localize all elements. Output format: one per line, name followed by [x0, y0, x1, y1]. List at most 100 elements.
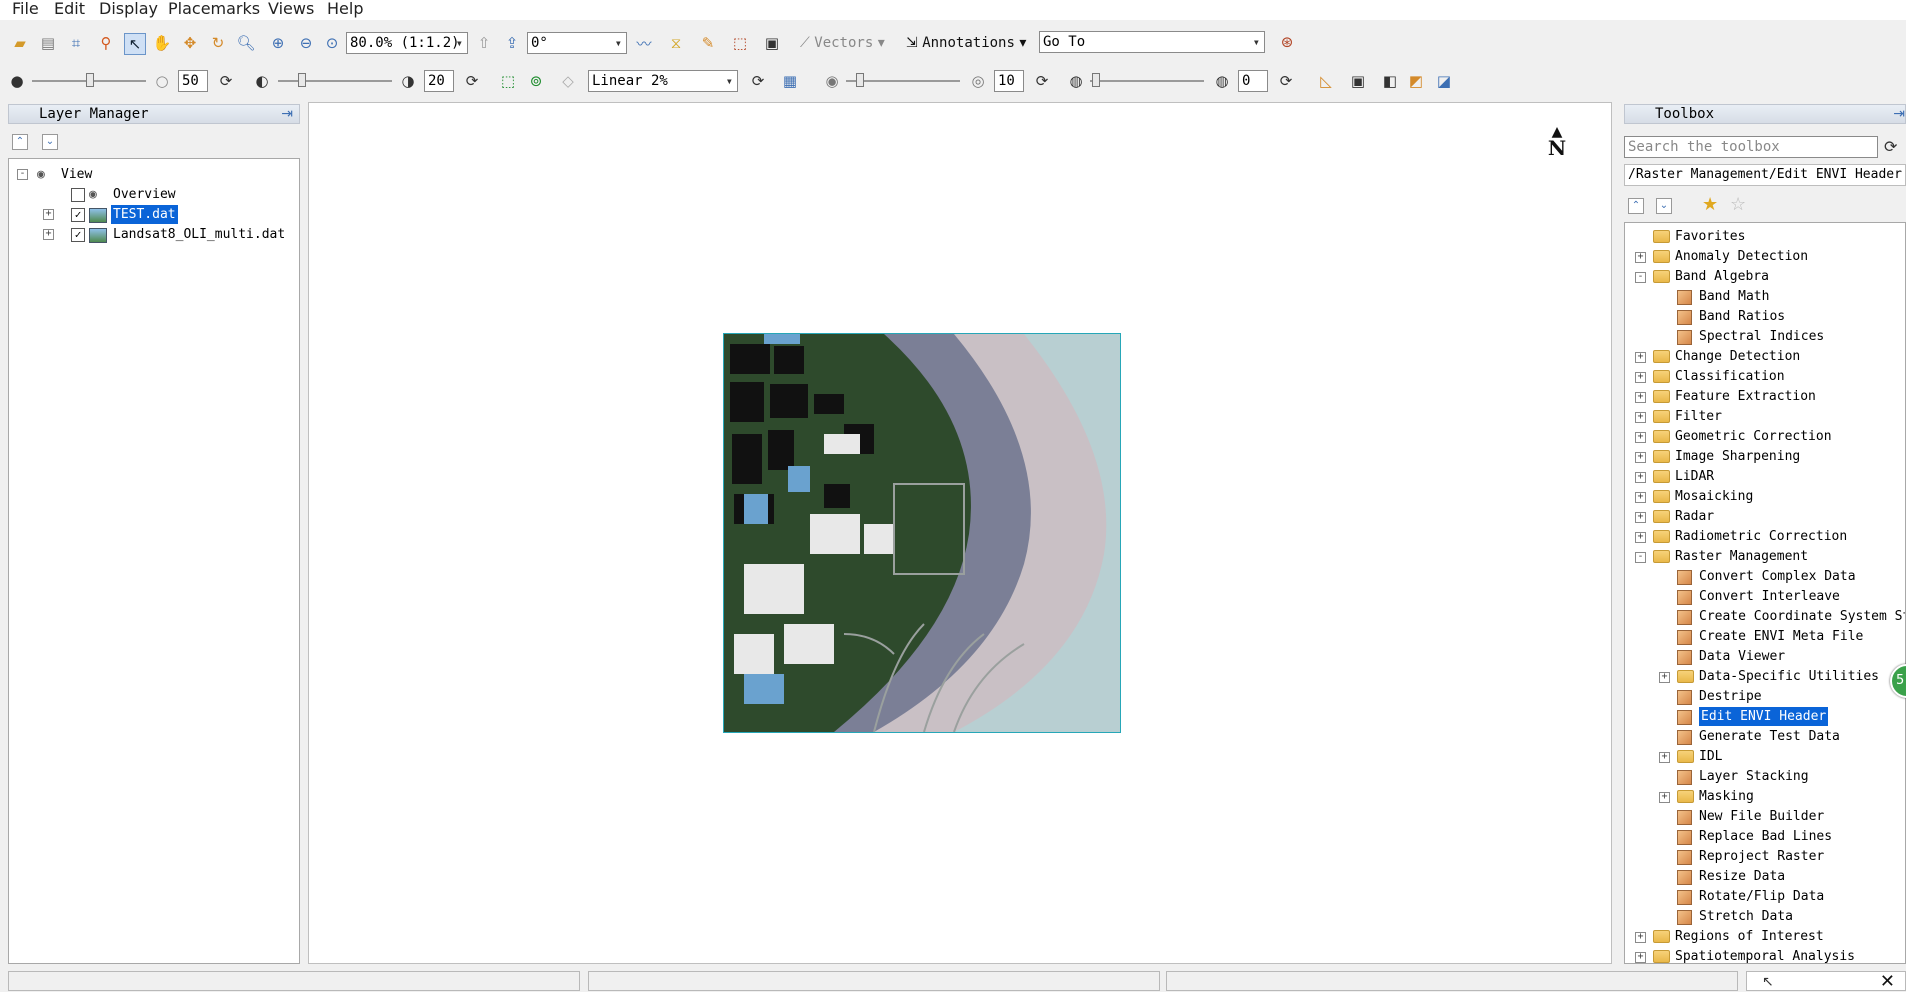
- refresh-stretch-icon[interactable]: ⟳: [748, 71, 768, 91]
- stretch-data-icon[interactable]: ◇: [558, 71, 578, 91]
- stretch-view-icon[interactable]: ⊚: [526, 71, 546, 91]
- pan-icon[interactable]: ✋: [152, 33, 172, 53]
- expand-all-icon[interactable]: ⌄: [1656, 198, 1672, 214]
- zoom-combo[interactable]: 80.0% (1:1.2) ▾: [346, 32, 468, 54]
- expand-icon[interactable]: +: [43, 209, 54, 220]
- collapse-icon[interactable]: -: [1635, 272, 1646, 283]
- rotate-icon[interactable]: ↻: [208, 33, 228, 53]
- stretch-extent-icon[interactable]: ⬚: [498, 71, 518, 91]
- expand-icon[interactable]: +: [1659, 752, 1670, 763]
- dock-icon[interactable]: ⇥: [281, 106, 293, 122]
- brightness-slider-handle[interactable]: [86, 73, 94, 87]
- contrast-slider-track[interactable]: [278, 80, 392, 82]
- toolbox-item-label: Destripe: [1699, 689, 1762, 704]
- portal-icon[interactable]: ▣: [1348, 71, 1368, 91]
- folder-icon: [1653, 530, 1670, 543]
- dock-icon[interactable]: ⇥: [1893, 106, 1905, 122]
- cursor-value-icon[interactable]: 〰: [634, 33, 654, 53]
- expand-icon[interactable]: +: [1635, 432, 1646, 443]
- stretch-combo[interactable]: Linear 2% ▾: [588, 70, 738, 92]
- tool-icon: [1677, 290, 1692, 305]
- vectors-menu[interactable]: ⟋ Vectors ▾: [800, 35, 885, 51]
- layer-label: Landsat8_OLI_multi.dat: [113, 227, 286, 242]
- expand-icon[interactable]: +: [1635, 352, 1646, 363]
- expand-icon[interactable]: +: [1635, 532, 1646, 543]
- folder-icon: [1653, 250, 1670, 263]
- sharpen-input[interactable]: 10: [994, 70, 1024, 92]
- select-icon[interactable]: ↖: [124, 33, 146, 55]
- rotate-view-icon[interactable]: ⇧: [474, 33, 494, 53]
- transparency-slider-track[interactable]: [1090, 80, 1204, 82]
- chip-icon[interactable]: ◺: [1316, 71, 1336, 91]
- reset-contrast-icon[interactable]: ⟳: [462, 71, 482, 91]
- open-icon[interactable]: ▰: [10, 33, 30, 53]
- folder-icon: [1653, 470, 1670, 483]
- collapse-all-icon[interactable]: ⌃: [1628, 198, 1644, 214]
- menu-file[interactable]: File: [12, 0, 39, 18]
- zoom-icon[interactable]: 🔍︎: [236, 33, 256, 53]
- reset-transparency-icon[interactable]: ⟳: [1276, 71, 1296, 91]
- swipe-icon[interactable]: ◧: [1380, 71, 1400, 91]
- expand-icon[interactable]: +: [1659, 792, 1670, 803]
- refresh-icon[interactable]: ⟳: [1884, 137, 1897, 156]
- goto-icon[interactable]: ⊛: [1277, 32, 1297, 52]
- data-manager-icon[interactable]: ▤: [38, 33, 58, 53]
- image-view[interactable]: ▲ N: [308, 102, 1612, 964]
- layer-checkbox[interactable]: ✓: [71, 228, 85, 242]
- flicker-icon[interactable]: ◩: [1406, 71, 1426, 91]
- expand-icon[interactable]: +: [43, 229, 54, 240]
- roi-icon[interactable]: ⬚: [730, 33, 750, 53]
- contrast-input[interactable]: 20: [424, 70, 454, 92]
- blend-icon[interactable]: ◪: [1434, 71, 1454, 91]
- fly-icon[interactable]: ✥: [180, 33, 200, 53]
- zoom-in-icon[interactable]: ⊕: [268, 33, 288, 53]
- close-icon[interactable]: ✕: [1880, 971, 1895, 992]
- sharpen-slider-handle[interactable]: [856, 73, 864, 87]
- transparency-input[interactable]: 0: [1238, 70, 1268, 92]
- zoom-full-icon[interactable]: ⊙: [322, 33, 342, 53]
- menu-display[interactable]: Display: [99, 0, 158, 18]
- toolbox-search-input[interactable]: Search the toolbox: [1624, 136, 1878, 158]
- add-favorite-icon[interactable]: ★: [1702, 194, 1718, 215]
- menu-placemarks[interactable]: Placemarks: [168, 0, 260, 18]
- rotation-combo[interactable]: 0° ▾: [527, 32, 627, 54]
- north-up-icon[interactable]: ⇪: [502, 33, 522, 53]
- goto-combo[interactable]: Go To ▾: [1039, 31, 1265, 53]
- expand-icon[interactable]: +: [1659, 672, 1670, 683]
- crosshairs-icon[interactable]: ⧖: [666, 33, 686, 53]
- placemark-icon[interactable]: ⚲: [96, 33, 116, 53]
- expand-icon[interactable]: +: [1635, 952, 1646, 963]
- expand-icon[interactable]: +: [1635, 452, 1646, 463]
- annotations-menu[interactable]: ⇲ Annotations ▾: [906, 35, 1026, 51]
- raster-icon: [89, 208, 107, 223]
- reset-sharpen-icon[interactable]: ⟳: [1032, 71, 1052, 91]
- expand-icon[interactable]: +: [1635, 932, 1646, 943]
- histogram-icon[interactable]: ▦: [780, 71, 800, 91]
- contrast-slider-handle[interactable]: [298, 73, 306, 87]
- reset-brightness-icon[interactable]: ⟳: [216, 71, 236, 91]
- counter-icon[interactable]: ▣: [762, 33, 782, 53]
- expand-icon[interactable]: +: [1635, 492, 1646, 503]
- crop-icon[interactable]: ⌗: [66, 33, 86, 53]
- brightness-input[interactable]: 50: [178, 70, 208, 92]
- expand-icon[interactable]: +: [1635, 392, 1646, 403]
- raster-image[interactable]: [723, 333, 1121, 733]
- measure-icon[interactable]: ✎: [698, 33, 718, 53]
- zoom-out-icon[interactable]: ⊖: [296, 33, 316, 53]
- layer-checkbox[interactable]: ✓: [71, 208, 85, 222]
- menu-help[interactable]: Help: [327, 0, 363, 18]
- expand-icon[interactable]: +: [1635, 512, 1646, 523]
- layer-checkbox[interactable]: [71, 188, 85, 202]
- expand-icon[interactable]: +: [1635, 412, 1646, 423]
- collapse-all-icon[interactable]: ⌃: [12, 134, 28, 150]
- transparency-slider-handle[interactable]: [1092, 73, 1100, 87]
- collapse-icon[interactable]: -: [17, 169, 28, 180]
- remove-favorite-icon[interactable]: ☆: [1730, 194, 1746, 215]
- collapse-icon[interactable]: -: [1635, 552, 1646, 563]
- expand-icon[interactable]: +: [1635, 372, 1646, 383]
- menu-views[interactable]: Views: [268, 0, 314, 18]
- expand-icon[interactable]: +: [1635, 472, 1646, 483]
- menu-edit[interactable]: Edit: [54, 0, 85, 18]
- expand-icon[interactable]: +: [1635, 252, 1646, 263]
- expand-all-icon[interactable]: ⌄: [42, 134, 58, 150]
